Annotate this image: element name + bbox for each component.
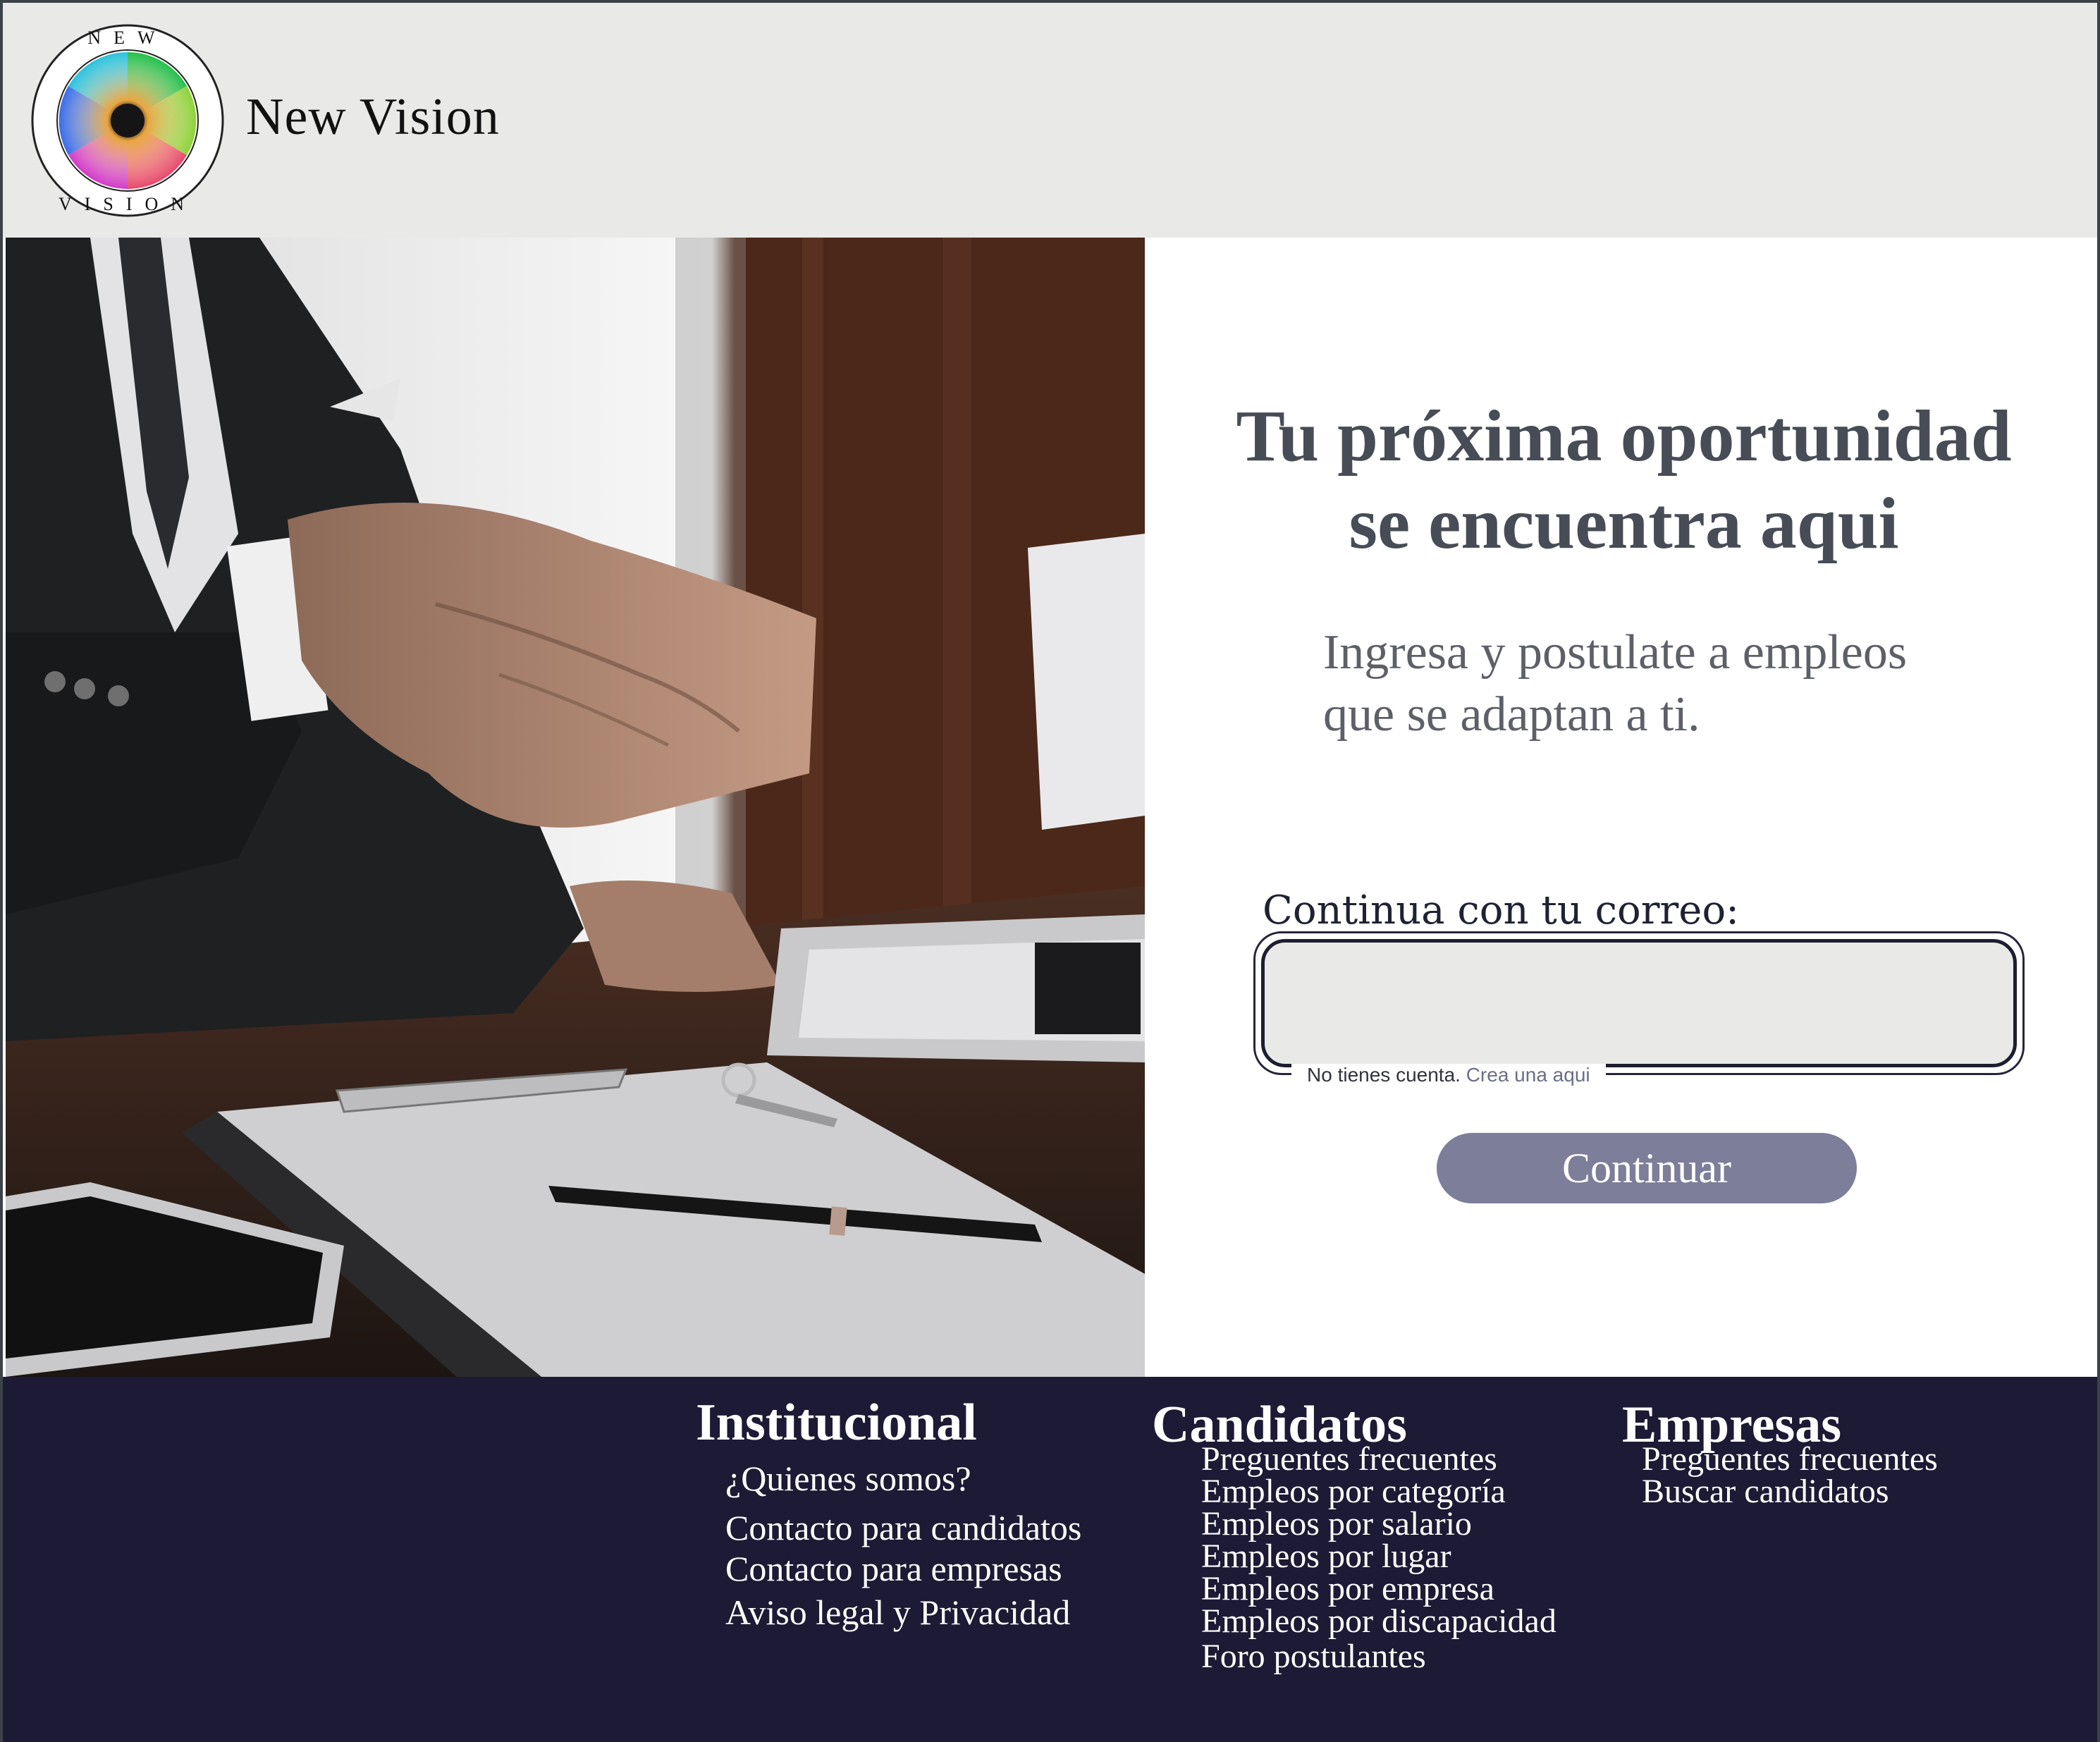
footer-empresas: Empresas Preguentes frecuentes Buscar ca… (1622, 1397, 1938, 1509)
footer-link-contacto-candidatos[interactable]: Contacto para candidatos (725, 1507, 1081, 1548)
svg-text:VISION: VISION (59, 194, 197, 214)
footer-link-aviso-legal[interactable]: Aviso legal y Privacidad (725, 1592, 1081, 1633)
iris-icon (59, 51, 197, 190)
footer-heading-institucional: Institucional (696, 1394, 977, 1452)
no-account-text: No tienes cuenta. (1307, 1064, 1461, 1086)
page-frame: NEW VISION New Vision Tu próxima oportun… (0, 0, 2100, 1742)
footer-link-buscar-candidatos[interactable]: Buscar candidatos (1642, 1475, 1938, 1509)
handshake-photo (6, 238, 1145, 1377)
footer-link-quienes-somos[interactable]: ¿Quienes somos? (725, 1458, 1081, 1499)
svg-text:NEW: NEW (87, 27, 167, 48)
footer-link-empleos-categoria[interactable]: Empleos por categoría (1201, 1475, 1556, 1509)
subhead-line2: que se adaptan a ti. (1323, 687, 1700, 742)
footer-link-empleos-empresa[interactable]: Empleos por empresa (1201, 1572, 1556, 1606)
footer-link-empleos-discapacidad[interactable]: Empleos por discapacidad (1201, 1605, 1556, 1638)
headline-line2: se encuentra aqui (1349, 483, 1899, 564)
continue-button[interactable]: Continuar (1437, 1133, 1857, 1203)
email-label: Continua con tu correo: (1263, 888, 1740, 933)
footer-candidatos: Candidatos Preguentes frecuentes Empleos… (1152, 1397, 1556, 1674)
headline-line1: Tu próxima oportunidad (1236, 395, 2012, 477)
footer-link-preguntas-candidatos[interactable]: Preguentes frecuentes (1201, 1442, 1556, 1476)
footer-link-foro-postulantes[interactable]: Foro postulantes (1201, 1640, 1556, 1674)
signup-hint: No tienes cuenta. Crea una aqui (1291, 1064, 1606, 1086)
footer-link-contacto-empresas[interactable]: Contacto para empresas (725, 1548, 1081, 1589)
footer-link-empleos-salario[interactable]: Empleos por salario (1201, 1507, 1556, 1541)
login-panel: Tu próxima oportunidad se encuentra aqui… (1145, 238, 2097, 1377)
new-vision-logo[interactable]: NEW VISION (30, 23, 226, 219)
brand-name[interactable]: New Vision (246, 87, 500, 147)
email-field[interactable] (1261, 939, 2017, 1067)
footer: Institucional ¿Quienes somos? Contacto p… (3, 1377, 2097, 1742)
footer-link-preguntas-empresas[interactable]: Preguentes frecuentes (1642, 1442, 1938, 1476)
email-field-wrapper (1253, 931, 2025, 1075)
header: NEW VISION New Vision (3, 3, 2097, 238)
footer-institucional: Institucional ¿Quienes somos? Contacto p… (696, 1394, 1081, 1633)
hero-image (6, 238, 1145, 1377)
create-account-link[interactable]: Crea una aqui (1466, 1064, 1590, 1086)
page-headline: Tu próxima oportunidad se encuentra aqui (1145, 393, 2097, 568)
page-subheading: Ingresa y postulate a empleos que se ada… (1323, 622, 1907, 746)
subhead-line1: Ingresa y postulate a empleos (1323, 625, 1908, 680)
footer-link-empleos-lugar[interactable]: Empleos por lugar (1201, 1540, 1556, 1574)
